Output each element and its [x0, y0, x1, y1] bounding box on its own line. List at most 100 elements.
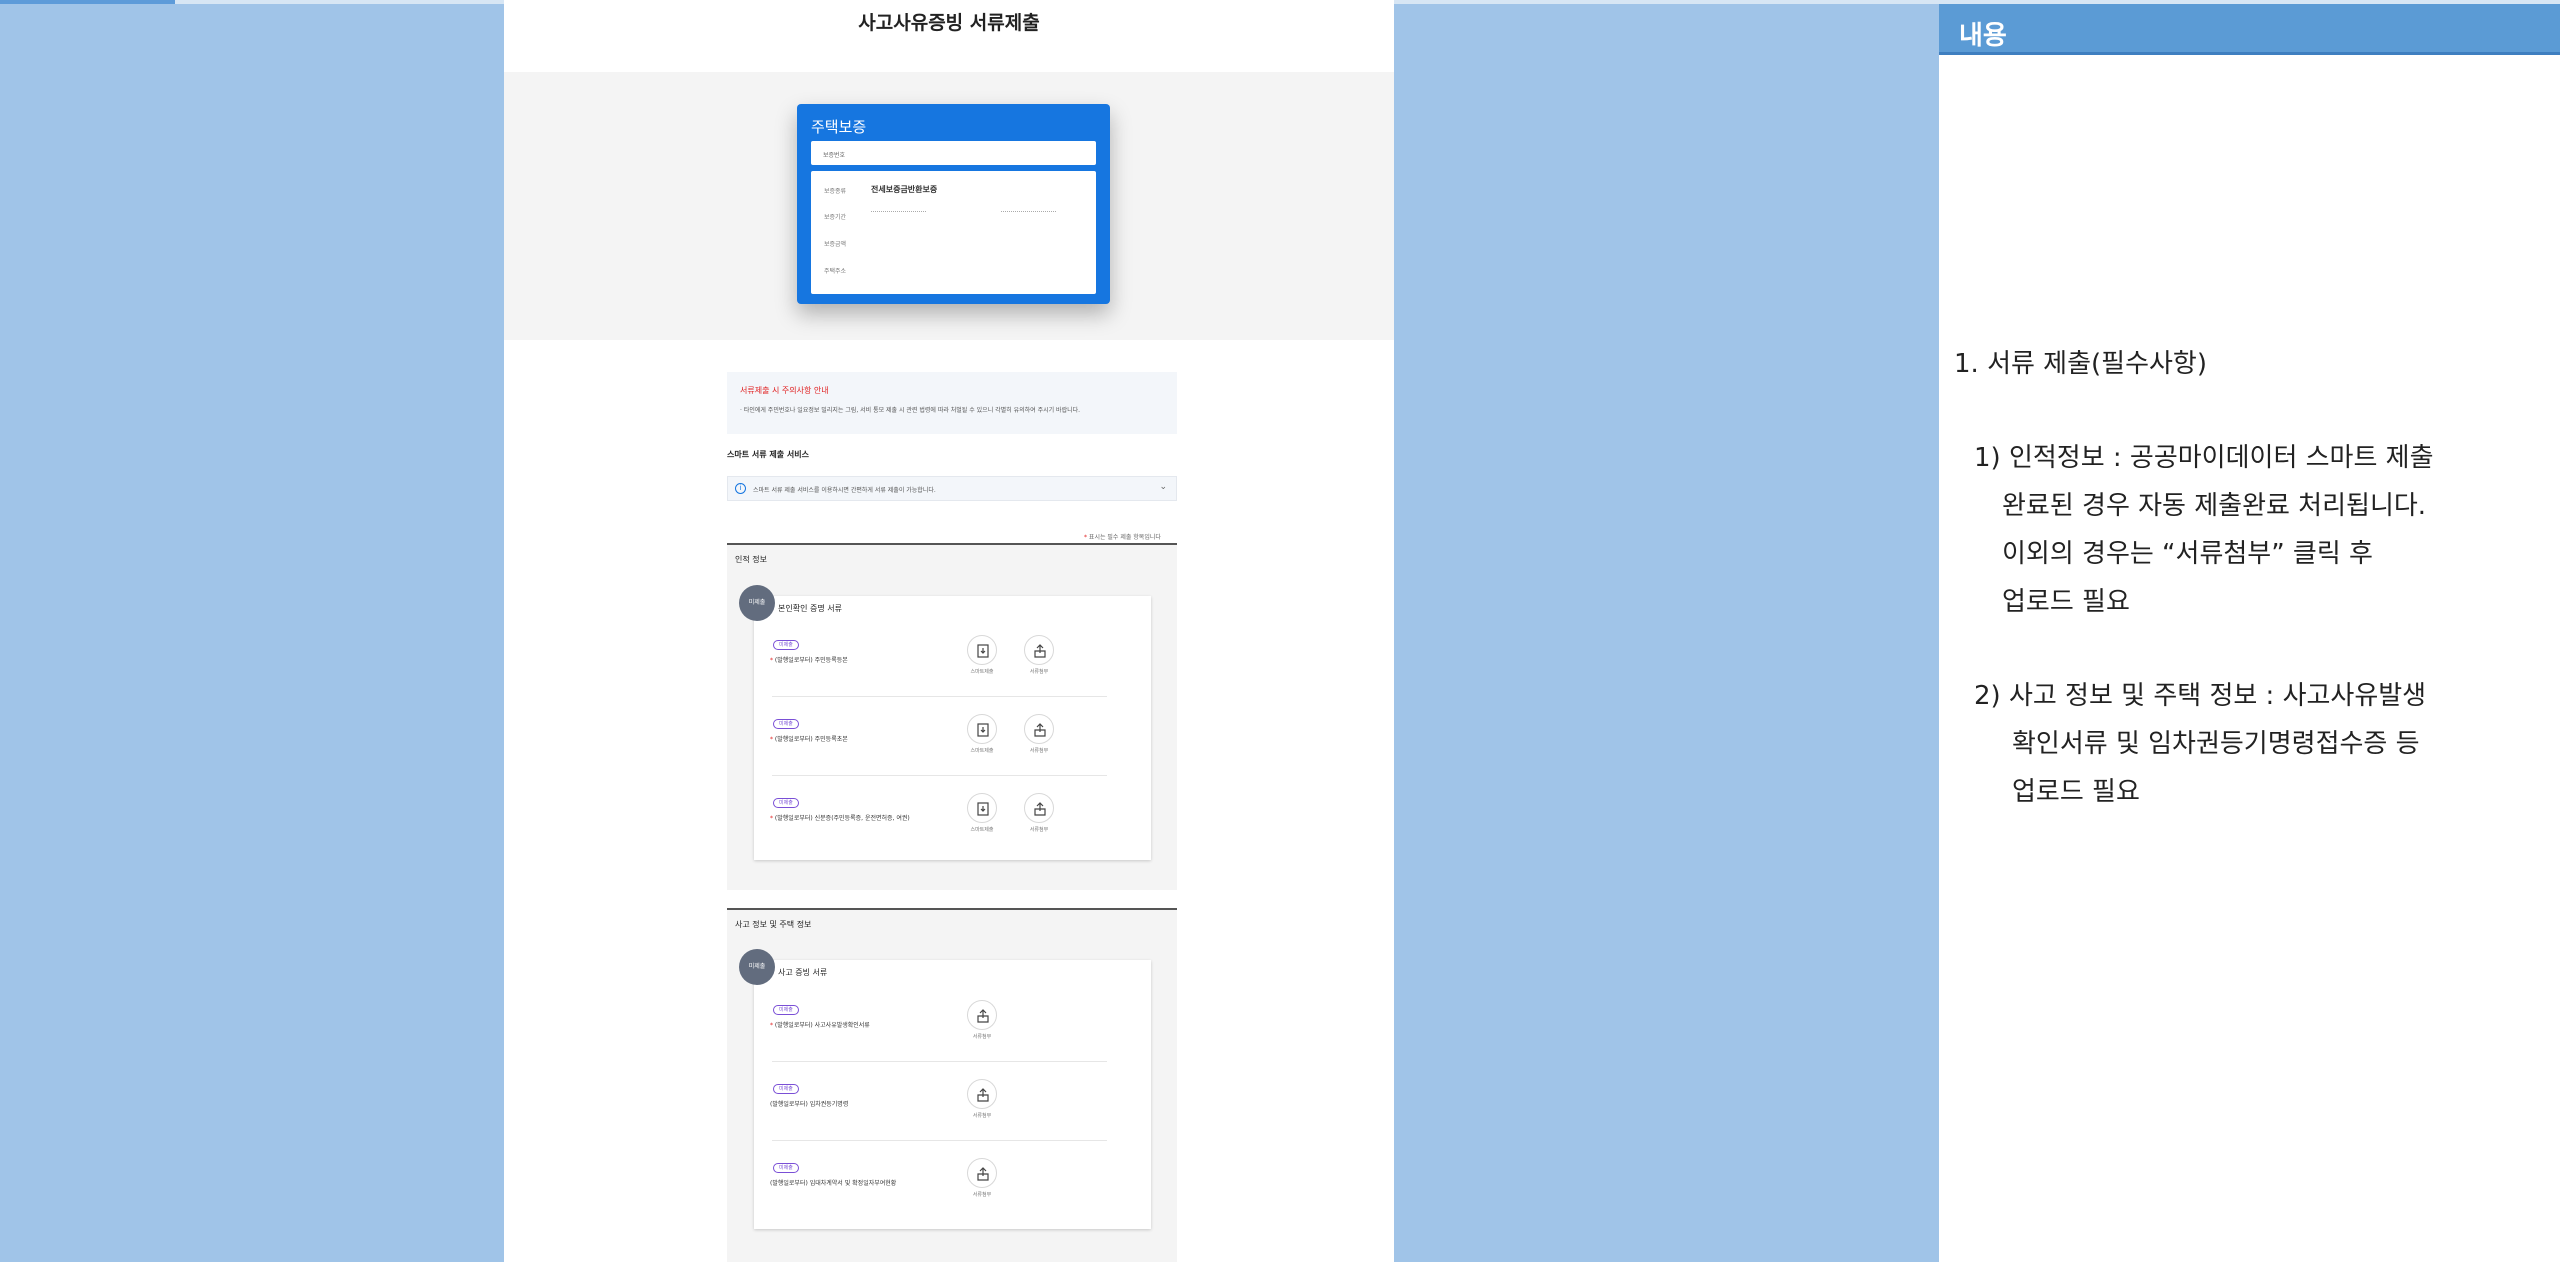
- action-label: 스마트제출: [970, 827, 994, 833]
- description-panel: 내용 1. 서류 제출(필수사항) 1) 인적정보 : 공공마이데이터 스마트 …: [1939, 4, 2560, 1262]
- smart-service-text: 스마트 서류 제출 서비스를 이용하시면 간편하게 서류 제출이 가능합니다.: [753, 487, 936, 494]
- row-divider: [772, 775, 1107, 776]
- document-row: 미제출 (발행일로부터) 임대차계약서 및 확정일자부여현황 서류첨부: [754, 1158, 1151, 1213]
- upload-icon: [967, 1079, 997, 1109]
- notice-box: 서류제출 시 주의사항 안내 · 타인에게 주민번호나 일요정보 밀리지는 그림…: [727, 372, 1177, 434]
- info-icon: i: [735, 483, 746, 494]
- chevron-down-icon: ⌄: [1159, 482, 1167, 492]
- panel-title: 사고 증빙 서류: [778, 968, 828, 977]
- document-label: (발행일로부터) 임차권등기명령: [770, 1101, 849, 1108]
- upload-icon: [1024, 635, 1054, 665]
- notice-title: 서류제출 시 주의사항 안내: [740, 386, 829, 395]
- card-row-value: 전세보증금반환보증: [871, 185, 938, 194]
- description-line: 1) 인적정보 : 공공마이데이터 스마트 제출: [1974, 443, 2434, 473]
- doc-download-icon: [967, 793, 997, 823]
- action-label: 스마트제출: [970, 748, 994, 754]
- upload-icon: [967, 1000, 997, 1030]
- notice-text: · 타인에게 주민번호나 일요정보 밀리지는 그림, 서비 통모 제출 시 관련…: [740, 407, 1081, 414]
- smart-submit-button[interactable]: 스마트제출: [952, 793, 1012, 833]
- card-title: 주택보증: [811, 118, 867, 136]
- document-label: * (발행일로부터) 주민등록초본: [770, 734, 848, 743]
- action-label: 서류첨부: [1029, 748, 1049, 754]
- attach-document-button[interactable]: 서류첨부: [952, 1079, 1012, 1119]
- attach-document-button[interactable]: 서류첨부: [1009, 635, 1069, 675]
- status-tag: 미제출: [773, 719, 799, 729]
- status-tag: 미제출: [773, 1084, 799, 1094]
- action-label: 서류첨부: [972, 1113, 992, 1119]
- action-label: 서류첨부: [1029, 669, 1049, 675]
- document-label: * (발행일로부터) 주민등록등본: [770, 655, 848, 664]
- guarantee-number-field[interactable]: 보증번호: [811, 141, 1096, 165]
- card-details: 보증종류 전세보증금반환보증 보증기간 보증금액 주택주소: [811, 171, 1096, 294]
- document-label: (발행일로부터) 임대차계약서 및 확정일자부여현황: [770, 1180, 897, 1187]
- status-tag: 미제출: [773, 798, 799, 808]
- description-line: 확인서류 및 임차권등기명령접수증 등: [2012, 729, 2420, 759]
- masked-value: [1001, 211, 1056, 212]
- document-row: 미제출 * (발행일로부터) 주민등록초본 스마트제출 서류첨부: [754, 714, 1151, 769]
- document-name: (발행일로부터) 주민등록등본: [774, 657, 848, 664]
- status-badge: 미제출: [739, 585, 775, 621]
- status-tag: 미제출: [773, 640, 799, 650]
- attach-document-button[interactable]: 서류첨부: [1009, 714, 1069, 754]
- document-panel: 사고 증빙 서류 미제출 * (발행일로부터) 사고사유발생확인서류 서류첨부 …: [754, 960, 1151, 1229]
- description-header: 내용: [1939, 4, 2560, 55]
- document-row: 미제출 * (발행일로부터) 사고사유발생확인서류 서류첨부: [754, 1000, 1151, 1055]
- status-badge: 미제출: [739, 949, 775, 985]
- document-panel: 본인확인 증명 서류 미제출 * (발행일로부터) 주민등록등본 스마트제출 서…: [754, 596, 1151, 860]
- smart-service-heading: 스마트 서류 제출 서비스: [727, 450, 809, 459]
- smart-service-accordion[interactable]: i 스마트 서류 제출 서비스를 이용하시면 간편하게 서류 제출이 가능합니다…: [727, 476, 1177, 501]
- attach-document-button[interactable]: 서류첨부: [952, 1000, 1012, 1040]
- required-note: * 표시는 필수 제출 항목입니다: [1084, 532, 1161, 541]
- row-divider: [772, 1061, 1107, 1062]
- action-label: 서류첨부: [972, 1192, 992, 1198]
- group-title: 사고 정보 및 주택 정보: [735, 920, 812, 929]
- top-strip-segment: [0, 0, 175, 4]
- row-divider: [772, 1140, 1107, 1141]
- description-line: 업로드 필요: [2002, 587, 2130, 617]
- upload-icon: [1024, 714, 1054, 744]
- required-star: *: [1084, 534, 1087, 541]
- document-name: (발행일로부터) 주민등록초본: [774, 736, 848, 743]
- document-name: (발행일로부터) 사고사유발생확인서류: [774, 1022, 870, 1029]
- required-note-text: 표시는 필수 제출 항목입니다: [1088, 534, 1161, 541]
- group-title: 인적 정보: [735, 555, 767, 564]
- page-title: 사고사유증빙 서류제출: [858, 12, 1040, 34]
- attach-document-button[interactable]: 서류첨부: [1009, 793, 1069, 833]
- card-row-label: 주택주소: [824, 268, 847, 275]
- document-label: * (발행일로부터) 사고사유발생확인서류: [770, 1020, 870, 1029]
- guarantee-card: 주택보증 보증번호 보증종류 전세보증금반환보증 보증기간 보증금액 주택주소: [797, 104, 1110, 304]
- description-header-title: 내용: [1959, 21, 2007, 51]
- status-tag: 미제출: [773, 1005, 799, 1015]
- masked-value: [871, 211, 926, 212]
- smart-submit-button[interactable]: 스마트제출: [952, 714, 1012, 754]
- description-line: 완료된 경우 자동 제출완료 처리됩니다.: [2002, 491, 2427, 521]
- action-label: 서류첨부: [972, 1034, 992, 1040]
- status-tag: 미제출: [773, 1163, 799, 1173]
- description-line: 업로드 필요: [2012, 777, 2140, 807]
- attach-document-button[interactable]: 서류첨부: [952, 1158, 1012, 1198]
- card-row-label: 보증금액: [824, 241, 847, 248]
- description-content: 1. 서류 제출(필수사항) 1) 인적정보 : 공공마이데이터 스마트 제출 …: [1954, 340, 2554, 816]
- card-row-label: 보증기간: [824, 214, 847, 221]
- doc-download-icon: [967, 635, 997, 665]
- group-accident-housing-info: 사고 정보 및 주택 정보 사고 증빙 서류 미제출 * (발행일로부터) 사고…: [727, 908, 1177, 1262]
- row-divider: [772, 696, 1107, 697]
- action-label: 서류첨부: [1029, 827, 1049, 833]
- document-row: 미제출 * (발행일로부터) 주민등록등본 스마트제출 서류첨부: [754, 635, 1151, 690]
- action-label: 스마트제출: [970, 669, 994, 675]
- document-name: (발행일로부터) 신분증(주민등록증, 운전면허증, 여권): [774, 815, 910, 822]
- group-personal-info: 인적 정보 본인확인 증명 서류 미제출 * (발행일로부터) 주민등록등본 스…: [727, 543, 1177, 890]
- doc-download-icon: [967, 714, 997, 744]
- hero-section: 주택보증 보증번호 보증종류 전세보증금반환보증 보증기간 보증금액 주택주소: [504, 72, 1394, 340]
- document-row: 미제출 * (발행일로부터) 신분증(주민등록증, 운전면허증, 여권) 스마트…: [754, 793, 1151, 848]
- smart-submit-button[interactable]: 스마트제출: [952, 635, 1012, 675]
- panel-title: 본인확인 증명 서류: [778, 604, 842, 613]
- description-line: 1. 서류 제출(필수사항): [1954, 349, 2207, 379]
- document-row: 미제출 (발행일로부터) 임차권등기명령 서류첨부: [754, 1079, 1151, 1134]
- description-line: 2) 사고 정보 및 주택 정보 : 사고사유발생: [1974, 681, 2427, 711]
- card-row-label: 보증종류: [824, 188, 847, 195]
- document-label: * (발행일로부터) 신분증(주민등록증, 운전면허증, 여권): [770, 813, 910, 822]
- phone-capture: 사고사유증빙 서류제출 주택보증 보증번호 보증종류 전세보증금반환보증 보증기…: [504, 0, 1394, 1262]
- upload-icon: [967, 1158, 997, 1188]
- upload-icon: [1024, 793, 1054, 823]
